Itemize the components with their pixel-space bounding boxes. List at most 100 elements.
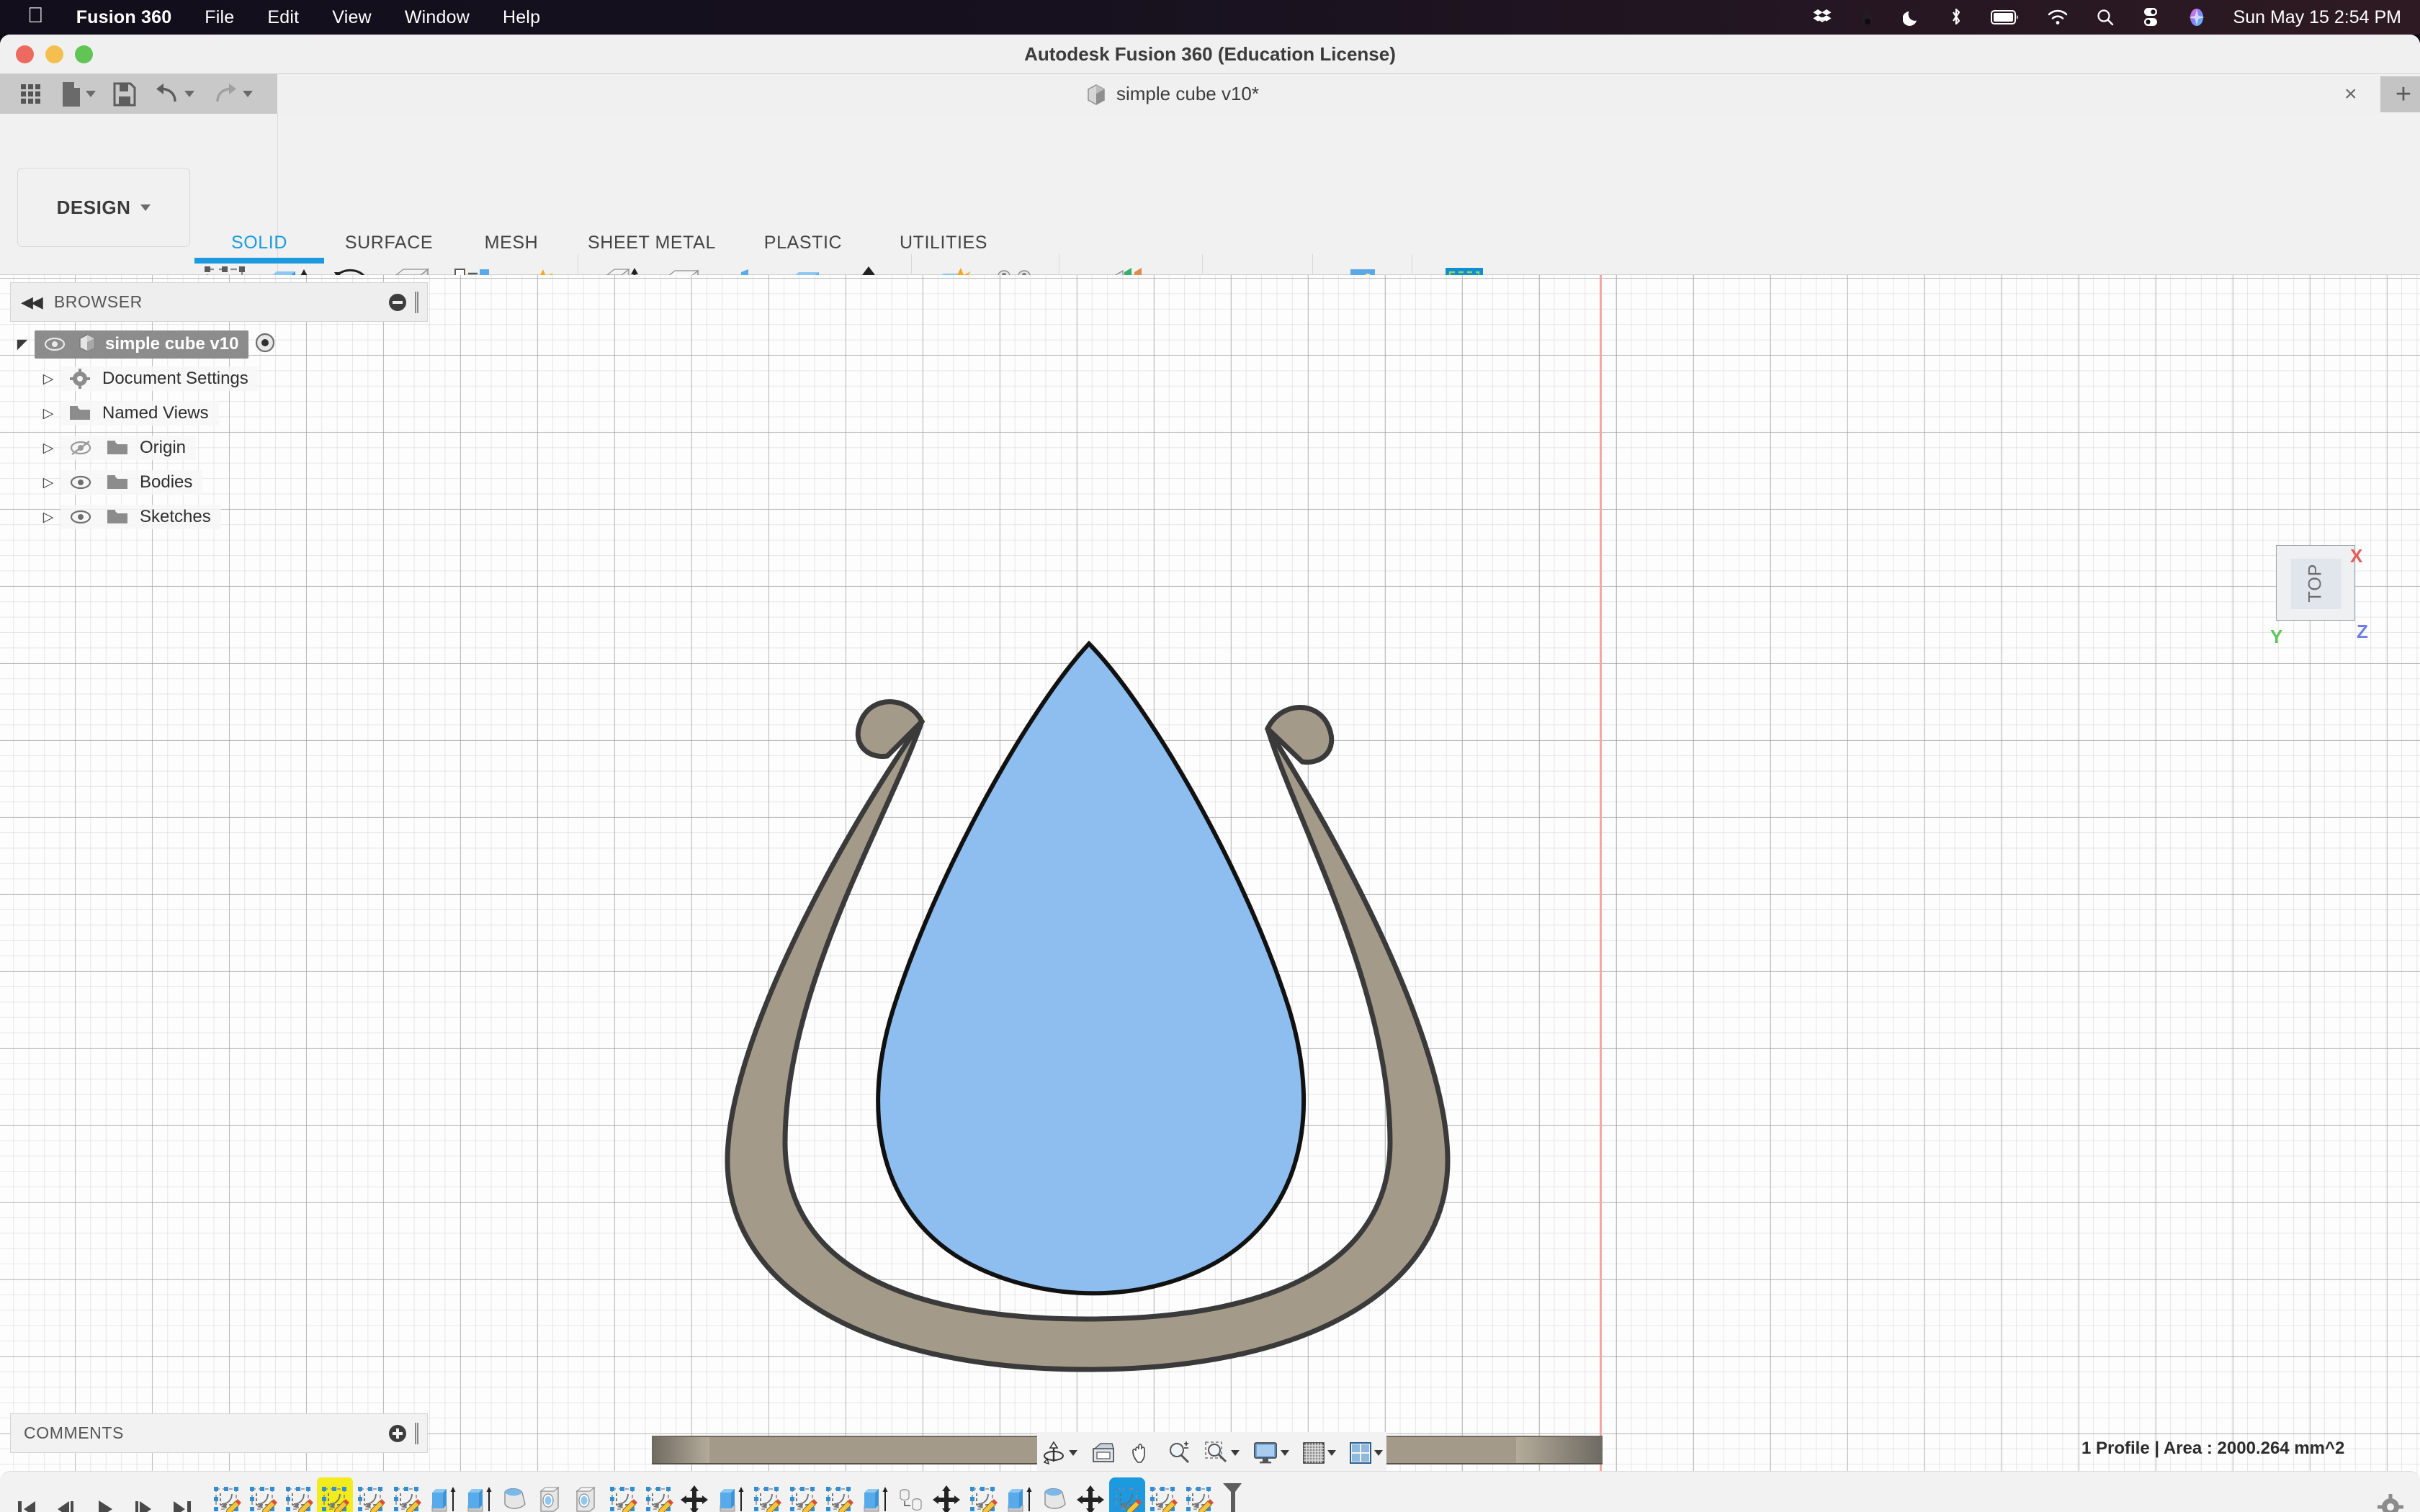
collapse-panel-icon[interactable] — [389, 293, 406, 311]
pan-icon[interactable] — [1123, 1441, 1160, 1465]
tab-surface[interactable]: SURFACE — [324, 233, 454, 253]
view-cube[interactable]: TOP — [2276, 545, 2355, 621]
menu-item-file[interactable]: File — [188, 7, 251, 28]
tree-item-named-views[interactable]: Named Views — [60, 401, 219, 426]
timeline-feature-sketch-21[interactable] — [965, 1477, 1001, 1512]
viewports-icon[interactable] — [1343, 1441, 1389, 1464]
timeline-feature-extrude-14[interactable] — [713, 1477, 749, 1512]
timeline-feature-sketch-17[interactable] — [821, 1477, 857, 1512]
visibility-eye-icon[interactable] — [40, 337, 69, 351]
grid-snaps-icon[interactable] — [1296, 1441, 1343, 1464]
timeline-end-marker[interactable] — [1220, 1482, 1245, 1512]
look-at-icon[interactable] — [1084, 1442, 1123, 1464]
tree-row-named-views[interactable]: ▷ Named Views — [10, 396, 442, 431]
expand-arrow-icon[interactable]: ▷ — [36, 371, 60, 387]
timeline-feature-extrude-18[interactable] — [857, 1477, 893, 1512]
panel-resize-grip[interactable] — [415, 291, 418, 313]
timeline-feature-sketch-26[interactable] — [1145, 1477, 1181, 1512]
tab-plastic[interactable]: PLASTIC — [735, 233, 871, 253]
tree-row-origin[interactable]: ▷ Origin — [10, 431, 442, 465]
activate-component-radio[interactable] — [254, 332, 276, 357]
wifi-icon[interactable] — [2033, 9, 2082, 26]
battery-icon[interactable] — [1977, 9, 2033, 25]
step-back-icon[interactable] — [46, 1488, 85, 1512]
timeline-feature-loft-8[interactable] — [497, 1477, 533, 1512]
timeline-feature-sketch-1[interactable] — [245, 1477, 281, 1512]
chevron-down-icon[interactable] — [1327, 1450, 1336, 1456]
tab-utilities[interactable]: UTILITIES — [871, 233, 1016, 253]
chevron-down-icon[interactable] — [140, 204, 151, 211]
menu-item-help[interactable]: Help — [486, 7, 557, 28]
expand-arrow-icon[interactable]: ▷ — [36, 405, 60, 422]
tab-sheet-metal[interactable]: SHEET METAL — [569, 233, 735, 253]
undo-icon[interactable] — [146, 78, 202, 110]
tree-item-sketches[interactable]: Sketches — [60, 505, 221, 529]
timeline-feature-sketch-4[interactable] — [353, 1477, 389, 1512]
control-center-icon[interactable] — [2128, 7, 2173, 27]
timeline-feature-sketch-25[interactable] — [1109, 1477, 1145, 1512]
play-icon[interactable] — [85, 1488, 124, 1512]
chevron-down-icon[interactable] — [243, 91, 253, 97]
timeline-feature-sketch-11[interactable] — [605, 1477, 641, 1512]
expand-arrow-icon[interactable]: ▷ — [36, 440, 60, 456]
timeline-feature-move-24[interactable] — [1073, 1477, 1109, 1512]
display-settings-icon[interactable] — [1246, 1441, 1296, 1464]
visibility-hidden-eye-icon[interactable] — [66, 440, 95, 456]
menu-item-edit[interactable]: Edit — [251, 7, 315, 28]
zoom-icon[interactable] — [1160, 1441, 1198, 1465]
expand-arrow-icon[interactable]: ▷ — [36, 474, 60, 491]
zoom-window-icon[interactable] — [1198, 1441, 1246, 1465]
tab-solid[interactable]: SOLID — [194, 233, 324, 264]
timeline-feature-sketch-3[interactable] — [317, 1477, 353, 1512]
step-forward-icon[interactable] — [124, 1488, 163, 1512]
dropbox-icon[interactable] — [1798, 7, 1846, 27]
jump-to-beginning-icon[interactable] — [7, 1488, 46, 1512]
save-icon[interactable] — [106, 78, 143, 111]
chevron-down-icon[interactable] — [1281, 1450, 1289, 1456]
orbit-icon[interactable] — [1034, 1440, 1084, 1466]
jump-to-end-icon[interactable] — [163, 1488, 202, 1512]
timeline-feature-sketch-2[interactable] — [281, 1477, 317, 1512]
chevron-down-icon[interactable] — [86, 91, 96, 97]
timeline-feature-loft-23[interactable] — [1037, 1477, 1073, 1512]
timeline-feature-sketch-5[interactable] — [389, 1477, 425, 1512]
tree-item-document-settings[interactable]: Document Settings — [60, 366, 259, 391]
tree-row-bodies[interactable]: ▷ Bodies — [10, 465, 442, 500]
timeline-feature-move-13[interactable] — [677, 1477, 713, 1512]
chevron-down-icon[interactable] — [1231, 1450, 1240, 1456]
flame-icon[interactable] — [1846, 6, 1889, 28]
new-document-icon[interactable] — [53, 77, 103, 112]
siri-icon[interactable] — [2173, 7, 2220, 27]
menu-bar-clock[interactable]: Sun May 15 2:54 PM — [2220, 7, 2401, 28]
timeline-feature-revolve-9[interactable] — [533, 1477, 569, 1512]
menu-item-fusion360[interactable]: Fusion 360 — [60, 7, 189, 28]
tree-item-origin[interactable]: Origin — [60, 436, 197, 460]
timeline-feature-move-20[interactable] — [929, 1477, 965, 1512]
workspace-switcher-button[interactable]: DESIGN — [17, 168, 190, 247]
tree-row-sketches[interactable]: ▷ Sketches — [10, 500, 442, 534]
timeline-feature-sketch-15[interactable] — [749, 1477, 785, 1512]
timeline-feature-sketch-16[interactable] — [785, 1477, 821, 1512]
tree-row-root[interactable]: ◤ simple cube v10 — [10, 327, 442, 361]
collapse-browser-icon[interactable]: ◀◀ — [11, 293, 43, 312]
tree-item-bodies[interactable]: Bodies — [60, 470, 203, 495]
timeline-feature-revolve-10[interactable] — [569, 1477, 605, 1512]
redo-icon[interactable] — [205, 78, 260, 110]
visibility-eye-icon[interactable] — [66, 475, 95, 490]
chevron-down-icon[interactable] — [1069, 1450, 1077, 1456]
chevron-down-icon[interactable] — [184, 91, 194, 97]
timeline-feature-extrude-6[interactable] — [425, 1477, 461, 1512]
grid-apps-icon[interactable] — [12, 78, 50, 111]
comments-panel-header[interactable]: COMMENTS — [10, 1413, 428, 1453]
timeline-feature-extrude-22[interactable] — [1001, 1477, 1037, 1512]
timeline-feature-sketch-27[interactable] — [1181, 1477, 1217, 1512]
3d-viewport[interactable]: ◀◀ BROWSER ◤ simple cube v10 ▷ Document … — [0, 275, 2420, 1512]
expand-arrow-icon[interactable]: ◤ — [10, 336, 35, 353]
timeline-feature-cylinder-pattern-19[interactable] — [893, 1477, 929, 1512]
tree-row-document-settings[interactable]: ▷ Document Settings — [10, 361, 442, 396]
chevron-down-icon[interactable] — [1374, 1450, 1383, 1456]
document-tab[interactable]: simple cube v10* — [1070, 74, 1275, 114]
timeline-feature-extrude-7[interactable] — [461, 1477, 497, 1512]
menu-item-view[interactable]: View — [315, 7, 388, 28]
panel-resize-grip[interactable] — [415, 1422, 418, 1444]
